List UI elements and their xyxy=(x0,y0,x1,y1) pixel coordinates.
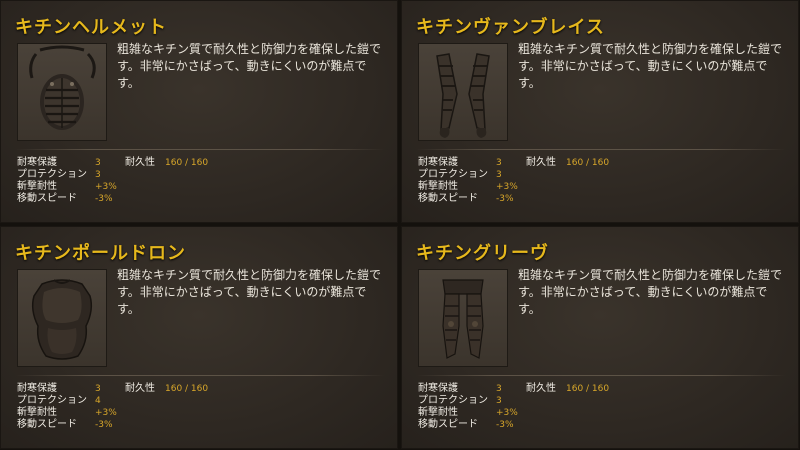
stat-value: 3 xyxy=(95,384,101,394)
stat-name: プロテクション xyxy=(418,169,488,180)
stat-value: 3 xyxy=(496,396,502,406)
stat-row: 耐寒保護 3 耐久性 160 / 160 xyxy=(418,157,658,169)
stat-row: 耐寒保護 3 耐久性 160 / 160 xyxy=(17,383,257,395)
stat-row: 移動スピード -3% xyxy=(17,419,257,431)
stat-name: 移動スピード xyxy=(418,419,478,430)
stat-name: 耐寒保護 xyxy=(17,157,57,168)
item-card-helmet: キチンヘルメット 粗雑なキチン質で耐久性と防御力を確保した鎧です。非常にかさばっ… xyxy=(0,0,398,223)
stat-row: プロテクション 4 xyxy=(17,395,257,407)
stat-name: プロテクション xyxy=(418,395,488,406)
item-tooltip-grid: キチンヘルメット 粗雑なキチン質で耐久性と防御力を確保した鎧です。非常にかさばっ… xyxy=(0,0,800,450)
greaves-icon xyxy=(418,269,508,367)
stats-block: 耐寒保護 3 耐久性 160 / 160 プロテクション 3 斬撃耐性 +3% … xyxy=(418,157,658,205)
durability-label: 耐久性 xyxy=(125,157,155,168)
stat-row: 移動スピード -3% xyxy=(418,193,658,205)
stat-value: +3% xyxy=(496,182,518,192)
stat-value: -3% xyxy=(496,194,514,204)
stat-row: プロテクション 3 xyxy=(418,169,658,181)
item-title: キチングリーヴ xyxy=(416,243,549,264)
stat-value: 3 xyxy=(496,170,502,180)
helmet-image xyxy=(29,45,96,130)
stats-divider xyxy=(416,149,786,150)
stat-row: プロテクション 3 xyxy=(17,169,257,181)
stat-value: -3% xyxy=(95,420,113,430)
item-card-pauldron: キチンポールドロン 粗雑なキチン質で耐久性と防御力を確保した鎧です。非常にかさば… xyxy=(0,226,398,449)
stat-row: 耐寒保護 3 耐久性 160 / 160 xyxy=(418,383,658,395)
stat-name: 斬撃耐性 xyxy=(17,407,57,418)
stats-divider xyxy=(15,375,385,376)
stat-value: 3 xyxy=(95,170,101,180)
stat-value: 3 xyxy=(95,158,101,168)
stat-row: 斬撃耐性 +3% xyxy=(418,407,658,419)
item-description: 粗雑なキチン質で耐久性と防御力を確保した鎧です。非常にかさばって、動きにくいのが… xyxy=(518,42,783,90)
stat-value: +3% xyxy=(95,182,117,192)
stat-name: プロテクション xyxy=(17,169,87,180)
stat-row: プロテクション 3 xyxy=(418,395,658,407)
stat-row: 移動スピード -3% xyxy=(418,419,658,431)
vambrace-icon xyxy=(418,43,508,141)
durability-label: 耐久性 xyxy=(526,157,556,168)
stat-row: 耐寒保護 3 耐久性 160 / 160 xyxy=(17,157,257,169)
durability-value: 160 / 160 xyxy=(566,384,610,394)
stat-value: 3 xyxy=(496,158,502,168)
pauldron-icon xyxy=(17,269,107,367)
stat-value: +3% xyxy=(496,408,518,418)
item-title: キチンポールドロン xyxy=(15,243,186,264)
stat-row: 斬撃耐性 +3% xyxy=(17,181,257,193)
stat-name: 耐寒保護 xyxy=(17,383,57,394)
stat-name: 斬撃耐性 xyxy=(418,407,458,418)
stat-value: -3% xyxy=(496,420,514,430)
stats-divider xyxy=(416,375,786,376)
stat-name: 耐寒保護 xyxy=(418,157,458,168)
durability-value: 160 / 160 xyxy=(165,158,209,168)
stat-name: 移動スピード xyxy=(17,419,77,430)
stat-value: 4 xyxy=(95,396,101,406)
item-card-vambrace: キチンヴァンブレイス 粗雑なキチン質で耐久性と防御力を確保した鎧です。非常にかさ… xyxy=(401,0,799,223)
helmet-icon xyxy=(17,43,107,141)
durability-label: 耐久性 xyxy=(526,383,556,394)
stat-row: 斬撃耐性 +3% xyxy=(17,407,257,419)
stat-name: 斬撃耐性 xyxy=(17,181,57,192)
item-description: 粗雑なキチン質で耐久性と防御力を確保した鎧です。非常にかさばって、動きにくいのが… xyxy=(518,268,783,316)
stats-divider xyxy=(15,149,385,150)
vambrace-image xyxy=(436,53,490,138)
stat-row: 移動スピード -3% xyxy=(17,193,257,205)
stat-name: プロテクション xyxy=(17,395,87,406)
item-card-greaves: キチングリーヴ 粗雑なキチン質で耐久性と防御力を確保した鎧です。非常にかさばって… xyxy=(401,226,799,449)
item-description: 粗雑なキチン質で耐久性と防御力を確保した鎧です。非常にかさばって、動きにくいのが… xyxy=(117,268,382,316)
stats-block: 耐寒保護 3 耐久性 160 / 160 プロテクション 3 斬撃耐性 +3% … xyxy=(418,383,658,431)
stat-name: 移動スピード xyxy=(418,193,478,204)
stat-name: 移動スピード xyxy=(17,193,77,204)
item-title: キチンヴァンブレイス xyxy=(416,17,605,38)
item-title: キチンヘルメット xyxy=(15,17,167,38)
stats-block: 耐寒保護 3 耐久性 160 / 160 プロテクション 4 斬撃耐性 +3% … xyxy=(17,383,257,431)
stat-value: 3 xyxy=(496,384,502,394)
stat-value: +3% xyxy=(95,408,117,418)
stat-value: -3% xyxy=(95,194,113,204)
pauldron-image xyxy=(31,279,93,360)
stat-row: 斬撃耐性 +3% xyxy=(418,181,658,193)
stat-name: 斬撃耐性 xyxy=(418,181,458,192)
item-description: 粗雑なキチン質で耐久性と防御力を確保した鎧です。非常にかさばって、動きにくいのが… xyxy=(117,42,382,90)
stat-name: 耐寒保護 xyxy=(418,383,458,394)
stats-block: 耐寒保護 3 耐久性 160 / 160 プロテクション 3 斬撃耐性 +3% … xyxy=(17,157,257,205)
durability-label: 耐久性 xyxy=(125,383,155,394)
durability-value: 160 / 160 xyxy=(566,158,610,168)
durability-value: 160 / 160 xyxy=(165,384,209,394)
greaves-image xyxy=(442,279,484,359)
